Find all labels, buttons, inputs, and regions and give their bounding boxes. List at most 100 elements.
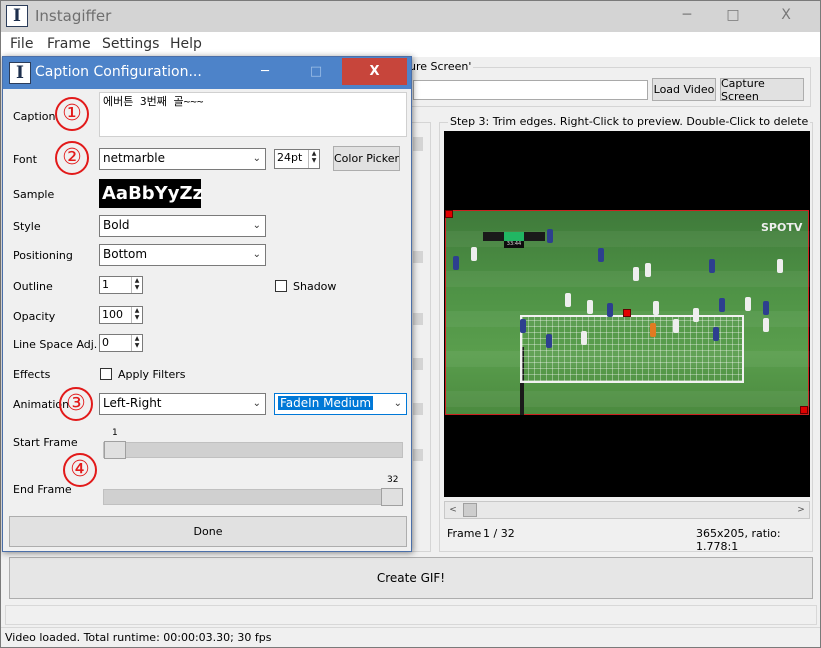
positioning-select[interactable]: Bottom ⌄ <box>99 244 266 266</box>
dialog-close-icon[interactable]: X <box>342 58 407 85</box>
maximize-icon[interactable]: □ <box>710 1 756 29</box>
main-titlebar[interactable]: I Instagiffer ─ □ X <box>1 1 820 32</box>
end-frame-slider[interactable] <box>103 488 403 506</box>
start-frame-slider-thumb[interactable] <box>104 441 126 459</box>
player <box>520 319 526 333</box>
progress-bar <box>5 605 817 625</box>
player <box>763 318 769 332</box>
step2-control[interactable] <box>413 251 423 263</box>
step3-label: Step 3: Trim edges. Right-Click to previ… <box>448 115 811 128</box>
broadcaster-logo: SPOTV <box>761 221 803 234</box>
dialog-titlebar[interactable]: I Caption Configuration... ─ □ X <box>3 57 411 89</box>
step2-control[interactable] <box>413 403 423 415</box>
menu-file[interactable]: File <box>10 36 33 52</box>
chevron-down-icon: ⌄ <box>252 153 261 164</box>
player <box>693 308 699 322</box>
video-path-input[interactable] <box>413 80 648 100</box>
step1-label: ure Screen' <box>407 60 474 73</box>
spinner-arrows-icon[interactable]: ▲ ▼ <box>131 335 142 351</box>
step2-control[interactable] <box>413 137 423 151</box>
step2-control[interactable] <box>413 358 423 370</box>
player <box>587 300 593 314</box>
player <box>709 259 715 273</box>
outline-spinner[interactable]: 1 ▲ ▼ <box>99 276 143 294</box>
create-gif-button[interactable]: Create GIF! <box>9 557 813 599</box>
opacity-value: 100 <box>102 308 123 321</box>
style-select[interactable]: Bold ⌄ <box>99 215 266 237</box>
step2-control[interactable] <box>413 313 423 325</box>
player <box>645 263 651 277</box>
goal-net <box>520 315 744 383</box>
color-picker-button[interactable]: Color Picker <box>333 146 400 171</box>
font-size-spinner[interactable]: 24pt ▲ ▼ <box>274 149 320 169</box>
player <box>653 301 659 315</box>
menu-frame[interactable]: Frame <box>47 36 91 52</box>
scoreboard-clock: 33:44 <box>504 241 524 248</box>
animation-speed-select[interactable]: FadeIn Medium ⌄ <box>274 393 407 415</box>
start-frame-slider[interactable] <box>103 441 403 459</box>
end-frame-value: 32 <box>387 475 399 485</box>
player <box>633 267 639 281</box>
annotation-1: ① <box>55 97 89 131</box>
font-select[interactable]: netmarble ⌄ <box>99 148 266 170</box>
player <box>453 256 459 270</box>
font-label: Font <box>13 153 37 166</box>
trim-handle-bottom-right[interactable] <box>800 406 808 414</box>
player <box>547 229 553 243</box>
trim-handle-center[interactable] <box>623 309 631 317</box>
end-frame-label: End Frame <box>13 483 72 496</box>
trim-handle-top-left[interactable] <box>445 210 453 218</box>
chevron-down-icon: ⌄ <box>252 398 261 409</box>
player <box>598 248 604 262</box>
shadow-checkbox[interactable] <box>275 280 287 292</box>
player <box>546 334 552 348</box>
menu-bar: File Frame Settings Help <box>1 32 820 57</box>
dialog-maximize-icon[interactable]: □ <box>293 58 339 85</box>
apply-filters-checkbox[interactable] <box>100 368 112 380</box>
outline-label: Outline <box>13 280 53 293</box>
annotation-3: ③ <box>59 387 93 421</box>
capture-screen-button[interactable]: Capture Screen <box>720 77 804 103</box>
annotation-4: ④ <box>63 453 97 487</box>
scoreboard-score <box>504 232 524 241</box>
chevron-down-icon: ⌄ <box>252 220 261 231</box>
window-title: Instagiffer <box>35 7 112 25</box>
minimize-icon[interactable]: ─ <box>664 1 710 29</box>
caption-input[interactable]: 에버튼 3번째 골~~~ <box>99 92 407 137</box>
load-video-button[interactable]: Load Video <box>652 78 716 101</box>
scroll-thumb[interactable] <box>463 503 477 517</box>
scroll-right-icon[interactable]: > <box>793 502 809 518</box>
scroll-left-icon[interactable]: < <box>445 502 461 518</box>
caption-dialog: I Caption Configuration... ─ □ X Caption… <box>2 56 412 552</box>
status-text: Video loaded. Total runtime: 00:00:03.30… <box>5 631 272 644</box>
dialog-app-icon: I <box>9 62 31 84</box>
player <box>581 331 587 345</box>
caption-label: Caption <box>13 110 56 123</box>
start-frame-value: 1 <box>112 428 118 438</box>
end-frame-slider-thumb[interactable] <box>381 488 403 506</box>
line-space-spinner[interactable]: 0 ▲ ▼ <box>99 334 143 352</box>
player <box>565 293 571 307</box>
step2-control[interactable] <box>413 449 423 461</box>
positioning-select-value: Bottom <box>103 247 148 261</box>
font-sample: AaBbYyZz <box>99 179 203 208</box>
opacity-label: Opacity <box>13 310 56 323</box>
spinner-arrows-icon[interactable]: ▲ ▼ <box>131 307 142 323</box>
dialog-title: Caption Configuration... <box>35 64 202 80</box>
frame-scrollbar[interactable]: < > <box>444 501 810 519</box>
opacity-spinner[interactable]: 100 ▲ ▼ <box>99 306 143 324</box>
animation-select[interactable]: Left-Right ⌄ <box>99 393 266 415</box>
player <box>713 327 719 341</box>
chevron-down-icon: ⌄ <box>252 249 261 260</box>
menu-help[interactable]: Help <box>170 36 202 52</box>
dialog-minimize-icon[interactable]: ─ <box>241 58 289 85</box>
player <box>745 297 751 311</box>
spinner-arrows-icon[interactable]: ▲ ▼ <box>131 277 142 293</box>
done-button[interactable]: Done <box>9 516 407 547</box>
close-icon[interactable]: X <box>756 1 816 29</box>
dimensions-readout: 365x205, ratio: 1.778:1 <box>696 527 781 553</box>
spinner-arrows-icon[interactable]: ▲ ▼ <box>308 150 319 168</box>
menu-settings[interactable]: Settings <box>102 36 159 52</box>
positioning-label: Positioning <box>13 249 73 262</box>
animation-select-value: Left-Right <box>103 396 162 410</box>
